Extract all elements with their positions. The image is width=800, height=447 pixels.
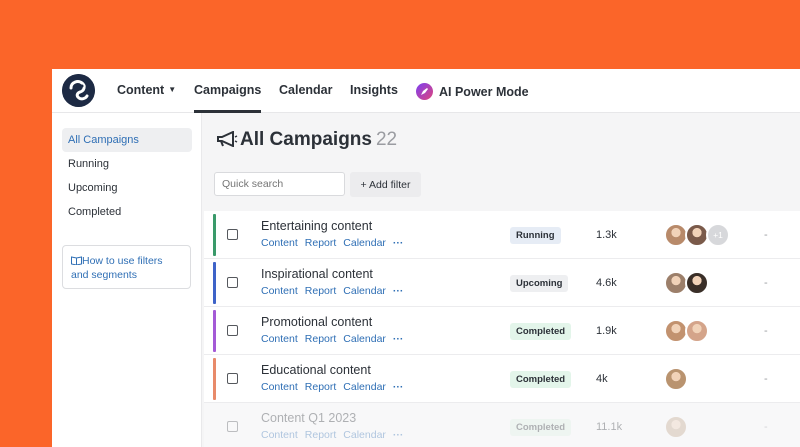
table-row[interactable]: Content Q1 2023 Content Report Calendar ··· C… [204, 403, 800, 447]
more-options-icon[interactable]: ··· [393, 237, 404, 249]
campaign-name[interactable]: Entertaining content [261, 219, 372, 233]
nav-insights[interactable]: Insights [350, 83, 398, 97]
content-link[interactable]: Content [261, 285, 298, 297]
page-title: All Campaigns 22 [216, 129, 397, 151]
row-checkbox[interactable] [227, 373, 238, 384]
row-placeholder-value: - [764, 229, 768, 241]
avatar [685, 271, 709, 295]
status-badge: Completed [510, 419, 572, 436]
row-checkbox[interactable] [227, 325, 238, 336]
rocket-icon [416, 83, 433, 100]
avatar [664, 415, 688, 439]
sidebar: All Campaigns Running Upcoming Completed… [52, 113, 202, 447]
megaphone-icon [217, 131, 238, 147]
calendar-link[interactable]: Calendar [343, 333, 386, 345]
brand-logo[interactable] [62, 74, 95, 107]
content-link[interactable]: Content [261, 429, 298, 441]
row-placeholder-value: - [764, 373, 768, 385]
nav-content[interactable]: Content ▼ [117, 83, 176, 97]
calendar-link[interactable]: Calendar [343, 381, 386, 393]
table-row[interactable]: Promotional content Content Report Calendar… [204, 307, 800, 355]
table-row[interactable]: Entertaining content Content Report Calenda… [204, 211, 800, 259]
quick-search-input[interactable] [214, 172, 345, 196]
status-badge: Running [510, 227, 561, 244]
avatar [664, 367, 688, 391]
filters-help-link[interactable]: How to use filters and segments [62, 245, 191, 289]
sidebar-item-upcoming[interactable]: Upcoming [62, 176, 192, 200]
report-link[interactable]: Report [305, 333, 337, 345]
calendar-link[interactable]: Calendar [343, 237, 386, 249]
content-link[interactable]: Content [261, 333, 298, 345]
audience-count: 11.1k [596, 421, 623, 433]
nav-campaigns[interactable]: Campaigns [194, 83, 262, 113]
campaign-name[interactable]: Content Q1 2023 [261, 411, 356, 425]
audience-count: 1.9k [596, 325, 617, 337]
report-link[interactable]: Report [305, 381, 337, 393]
sidebar-item-running[interactable]: Running [62, 152, 192, 176]
more-options-icon[interactable]: ··· [393, 333, 404, 345]
table-row[interactable]: Educational content Content Report Calendar… [204, 355, 800, 403]
row-accent-bar [213, 358, 216, 400]
row-links: Content Report Calendar ··· [261, 429, 410, 441]
row-links: Content Report Calendar ··· [261, 333, 410, 345]
nav-ai-power-mode[interactable]: AI Power Mode [416, 83, 529, 100]
row-accent-bar [213, 310, 216, 352]
row-accent-bar [213, 214, 216, 256]
row-checkbox[interactable] [227, 277, 238, 288]
row-checkbox[interactable] [227, 229, 238, 240]
table-row[interactable]: Inspirational content Content Report Calend… [204, 259, 800, 307]
audience-count: 4k [596, 373, 608, 385]
row-accent-bar [213, 262, 216, 304]
status-badge: Completed [510, 323, 572, 340]
top-navigation: Content ▼ Campaigns Calendar Insights AI … [52, 69, 800, 113]
report-link[interactable]: Report [305, 285, 337, 297]
row-placeholder-value: - [764, 325, 768, 337]
report-link[interactable]: Report [305, 237, 337, 249]
audience-count: 4.6k [596, 277, 617, 289]
add-filter-button[interactable]: + Add filter [350, 172, 421, 197]
row-accent-bar [213, 406, 216, 447]
campaign-count: 22 [375, 129, 398, 150]
more-options-icon[interactable]: ··· [393, 429, 404, 441]
status-badge: Upcoming [510, 275, 569, 292]
content-link[interactable]: Content [261, 381, 298, 393]
campaign-name[interactable]: Promotional content [261, 315, 372, 329]
sidebar-item-all-campaigns[interactable]: All Campaigns [62, 128, 192, 152]
more-options-icon[interactable]: ··· [393, 381, 404, 393]
extra-avatars-count: +1 [706, 223, 730, 247]
row-placeholder-value: - [764, 421, 768, 433]
report-link[interactable]: Report [305, 429, 337, 441]
content-link[interactable]: Content [261, 237, 298, 249]
calendar-link[interactable]: Calendar [343, 285, 386, 297]
book-icon [71, 256, 82, 266]
row-placeholder-value: - [764, 277, 768, 289]
caret-down-icon: ▼ [168, 85, 177, 94]
app-window: Content ▼ Campaigns Calendar Insights AI … [52, 69, 800, 447]
status-badge: Completed [510, 371, 572, 388]
sidebar-item-completed[interactable]: Completed [62, 200, 192, 224]
row-links: Content Report Calendar ··· [261, 237, 410, 249]
more-options-icon[interactable]: ··· [393, 285, 404, 297]
row-checkbox[interactable] [227, 421, 238, 432]
avatar [685, 319, 709, 343]
campaign-name[interactable]: Educational content [261, 363, 371, 377]
calendar-link[interactable]: Calendar [343, 429, 386, 441]
campaign-name[interactable]: Inspirational content [261, 267, 373, 281]
row-links: Content Report Calendar ··· [261, 381, 410, 393]
audience-count: 1.3k [596, 229, 617, 241]
row-links: Content Report Calendar ··· [261, 285, 410, 297]
nav-calendar[interactable]: Calendar [279, 83, 333, 97]
